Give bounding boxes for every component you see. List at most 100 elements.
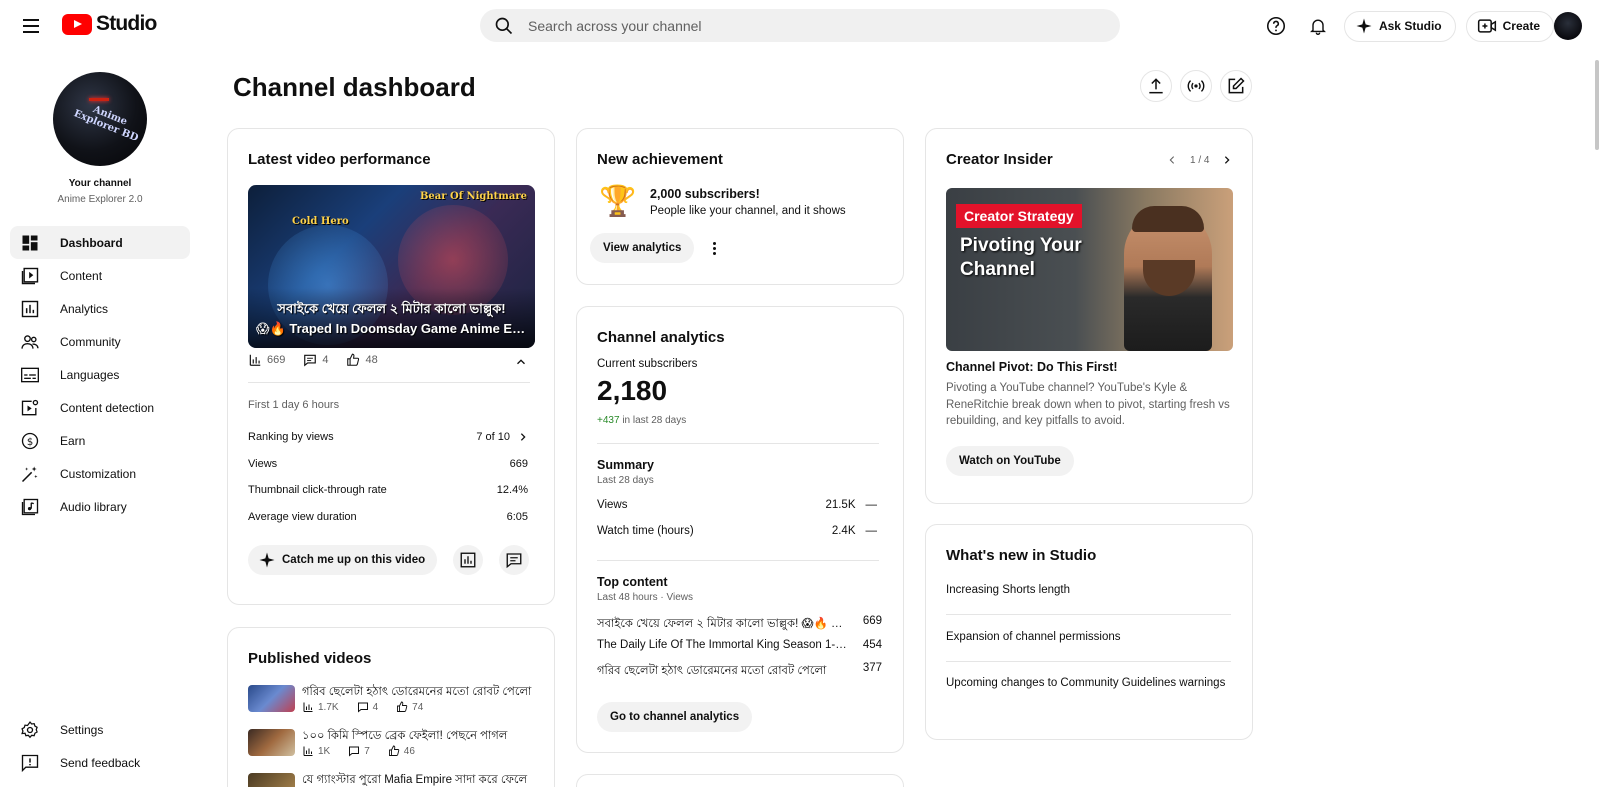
- notifications-button[interactable]: [1302, 10, 1334, 42]
- metric-value-wrap: 21.5K —: [825, 499, 877, 511]
- achievement-subtext: People like your channel, and it shows: [650, 205, 846, 217]
- sidebar-item-community[interactable]: Community: [10, 325, 190, 358]
- video-stats: 1.7K 4 74: [302, 701, 423, 713]
- thumbnail-person-hair: [1132, 206, 1204, 232]
- summary-watch-time-row: Watch time (hours) 2.4K —: [597, 525, 877, 537]
- chevron-right-icon[interactable]: [1219, 152, 1235, 168]
- ask-studio-button[interactable]: Ask Studio: [1343, 10, 1456, 42]
- top-content-item[interactable]: সবাইকে খেয়ে ফেলল ২ মিটার কালো ভাল্লুক! …: [597, 615, 882, 634]
- watch-on-youtube-button[interactable]: Watch on YouTube: [946, 446, 1074, 476]
- catch-me-up-button[interactable]: Catch me up on this video: [248, 545, 438, 575]
- sidebar-item-label: Analytics: [60, 301, 109, 316]
- create-post-button[interactable]: [1220, 70, 1252, 102]
- top-content-period: Last 48 hours · Views: [597, 592, 693, 603]
- published-video-item[interactable]: ১০০ কিমি স্পিডে ব্রেক ফেইলা! পেছনে পাগল …: [248, 727, 538, 761]
- analytics-icon: [460, 552, 476, 568]
- go-live-button[interactable]: [1180, 70, 1212, 102]
- page-title: Channel dashboard: [233, 72, 476, 102]
- comments-count: 4: [372, 701, 379, 713]
- sidebar-bottom-nav: Settings Send feedback: [10, 713, 190, 779]
- subscriber-count: 2,180: [597, 375, 668, 406]
- top-content-title: সবাইকে খেয়ে ফেলল ২ মিটার কালো ভাল্লুক! …: [597, 618, 847, 630]
- collapse-chevron-icon[interactable]: [513, 355, 529, 369]
- sidebar-item-customization[interactable]: Customization: [10, 457, 190, 490]
- sidebar-item-send-feedback[interactable]: Send feedback: [10, 746, 190, 779]
- search-icon: [495, 17, 513, 34]
- sidebar-item-languages[interactable]: Languages: [10, 358, 190, 391]
- metric-value: 12.4%: [496, 484, 528, 496]
- achievement-card: New achievement 🏆 2,000 subscribers! Peo…: [576, 128, 904, 285]
- metric-value: 669: [509, 458, 528, 470]
- sidebar-item-content-detection[interactable]: Content detection: [10, 391, 190, 424]
- thumbnail-headline: Pivoting Your Channel: [960, 234, 1082, 282]
- languages-icon: [21, 367, 39, 382]
- period-text: First 1 day 6 hours: [248, 399, 340, 411]
- published-video-item[interactable]: যে গ্যাংস্টার পুরো Mafia Empire সাদা করে…: [248, 771, 538, 787]
- divider: [597, 443, 879, 444]
- metric-value-wrap: 2.4K —: [832, 525, 877, 537]
- sidebar-item-audio-library[interactable]: Audio library: [10, 490, 190, 523]
- your-channel-label: Your channel: [68, 178, 132, 189]
- channel-avatar[interactable]: Anime Explorer BD: [53, 72, 147, 166]
- whats-new-card: What's new in Studio Increasing Shorts l…: [925, 524, 1253, 740]
- view-analytics-button[interactable]: View analytics: [590, 233, 695, 263]
- scrollbar-thumb[interactable]: [1595, 60, 1599, 150]
- top-content-item[interactable]: গরিব ছেলেটা হঠাৎ ডোরেমনের মতো রোবট পেলো …: [597, 662, 882, 681]
- ranking-row[interactable]: Ranking by views 7 of 10: [248, 431, 528, 443]
- achievement-headline: 2,000 subscribers!: [650, 187, 760, 201]
- create-button[interactable]: Create: [1465, 10, 1554, 42]
- published-video-item[interactable]: গরিব ছেলেটা হঠাৎ ডোরেমনের মতো রোবট পেলো …: [248, 683, 538, 717]
- page-scrollbar[interactable]: [1594, 60, 1600, 787]
- likes-stat: 74: [396, 701, 423, 713]
- insider-video-thumbnail[interactable]: Creator Strategy Pivoting Your Channel: [946, 188, 1233, 351]
- whats-new-item[interactable]: Upcoming changes to Community Guidelines…: [946, 675, 1231, 692]
- sidebar-item-settings[interactable]: Settings: [10, 713, 190, 746]
- upload-button[interactable]: [1140, 70, 1172, 102]
- whats-new-item[interactable]: Increasing Shorts length: [946, 582, 1231, 599]
- likes-count: 48: [365, 354, 378, 366]
- sidebar-item-dashboard[interactable]: Dashboard: [10, 226, 190, 259]
- summary-period: Last 28 days: [597, 475, 654, 486]
- search-bar[interactable]: [480, 9, 1120, 42]
- video-comments-button[interactable]: [499, 545, 530, 575]
- customization-icon: [21, 466, 38, 482]
- sidebar-item-content[interactable]: Content: [10, 259, 190, 292]
- bar-chart-icon: [249, 354, 261, 366]
- card-title: What's new in Studio: [946, 547, 1097, 564]
- video-thumbnail: [248, 729, 295, 756]
- sidebar: Anime Explorer BD Your channel Anime Exp…: [0, 52, 200, 787]
- chevron-left-icon[interactable]: [1164, 152, 1180, 168]
- video-analytics-button[interactable]: [453, 545, 484, 575]
- search-input[interactable]: [528, 17, 1088, 34]
- sidebar-item-earn[interactable]: $ Earn: [10, 424, 190, 457]
- account-avatar[interactable]: [1554, 12, 1582, 40]
- metric-label: Watch time (hours): [597, 525, 694, 537]
- avd-row: Average view duration 6:05: [248, 511, 528, 523]
- views-row: Views 669: [248, 458, 528, 470]
- delta-period: in last 28 days: [622, 415, 687, 426]
- latest-video-thumbnail[interactable]: Bear Of Nightmare Cold Hero সবাইকে খেয়ে…: [248, 185, 535, 348]
- help-button[interactable]: [1260, 10, 1292, 42]
- more-options-icon[interactable]: [703, 237, 725, 259]
- top-content-title: গরিব ছেলেটা হঠাৎ ডোরেমনের মতো রোবট পেলো: [597, 665, 827, 677]
- divider: [597, 560, 879, 561]
- create-label: Create: [1502, 19, 1540, 33]
- dashboard-icon: [22, 235, 38, 250]
- trophy-icon: 🏆: [599, 185, 637, 218]
- video-stats: 669 4 48: [248, 353, 378, 367]
- sidebar-item-label: Dashboard: [60, 235, 123, 250]
- thumbnail-badge: Creator Strategy: [956, 204, 1082, 228]
- go-to-channel-analytics-button[interactable]: Go to channel analytics: [597, 702, 753, 732]
- top-content-title: The Daily Life Of The Immortal King Seas…: [597, 639, 847, 651]
- divider: [248, 382, 530, 383]
- whats-new-item[interactable]: Expansion of channel permissions: [946, 629, 1231, 646]
- sparkle-icon: [1356, 18, 1372, 34]
- top-content-item[interactable]: The Daily Life Of The Immortal King Seas…: [597, 639, 882, 651]
- content-icon: [21, 267, 39, 284]
- comments-count: 7: [364, 745, 370, 757]
- menu-icon[interactable]: [19, 14, 43, 38]
- comment-icon: [304, 354, 317, 367]
- studio-logo[interactable]: Studio: [62, 12, 157, 36]
- live-broadcast-icon: [1187, 80, 1205, 92]
- sidebar-item-analytics[interactable]: Analytics: [10, 292, 190, 325]
